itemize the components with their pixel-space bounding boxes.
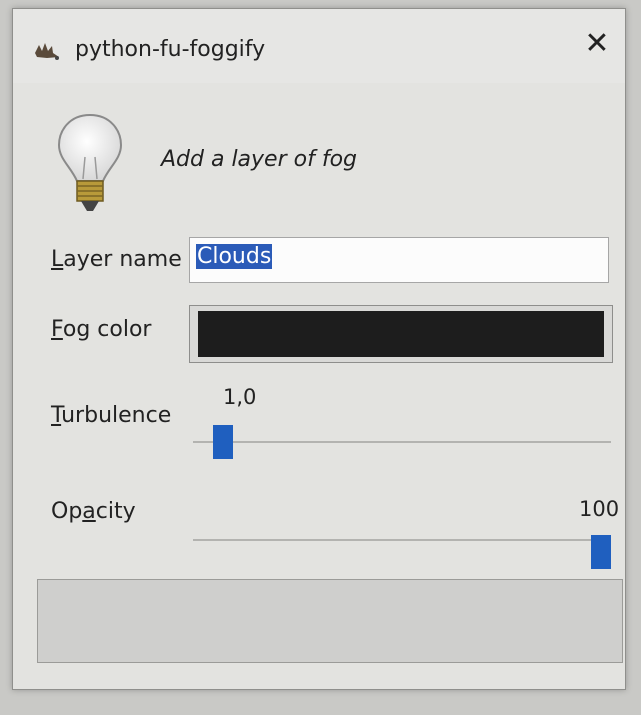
close-button[interactable]: ✕ xyxy=(577,23,617,63)
progress-bar xyxy=(37,579,623,663)
opacity-label: Opacity xyxy=(51,499,136,524)
fog-color-label: Fog color xyxy=(51,317,152,342)
turbulence-slider-thumb[interactable] xyxy=(212,425,233,459)
turbulence-label: Turbulence xyxy=(51,403,172,428)
turbulence-value: 1,0 xyxy=(223,385,257,409)
dialog-window: python-fu-foggify ✕ Add a layer of fog L… xyxy=(12,8,626,690)
layer-name-input[interactable]: Clouds xyxy=(189,237,609,283)
gimp-wilber-icon xyxy=(35,43,59,60)
fog-color-button[interactable] xyxy=(189,305,613,363)
close-icon: ✕ xyxy=(584,25,610,61)
layer-name-label: Layer name xyxy=(51,247,182,272)
opacity-value: 100 xyxy=(579,497,620,521)
opacity-slider-track[interactable] xyxy=(193,539,611,541)
layer-name-value: Clouds xyxy=(196,244,273,269)
lightbulb-icon xyxy=(57,113,123,211)
plugin-description: Add a layer of fog xyxy=(161,147,358,172)
title-bar[interactable]: python-fu-foggify ✕ xyxy=(13,9,625,83)
window-title: python-fu-foggify xyxy=(75,37,266,62)
opacity-slider-thumb[interactable] xyxy=(591,535,611,569)
fog-color-swatch xyxy=(198,311,604,357)
turbulence-slider-track[interactable] xyxy=(193,441,611,443)
